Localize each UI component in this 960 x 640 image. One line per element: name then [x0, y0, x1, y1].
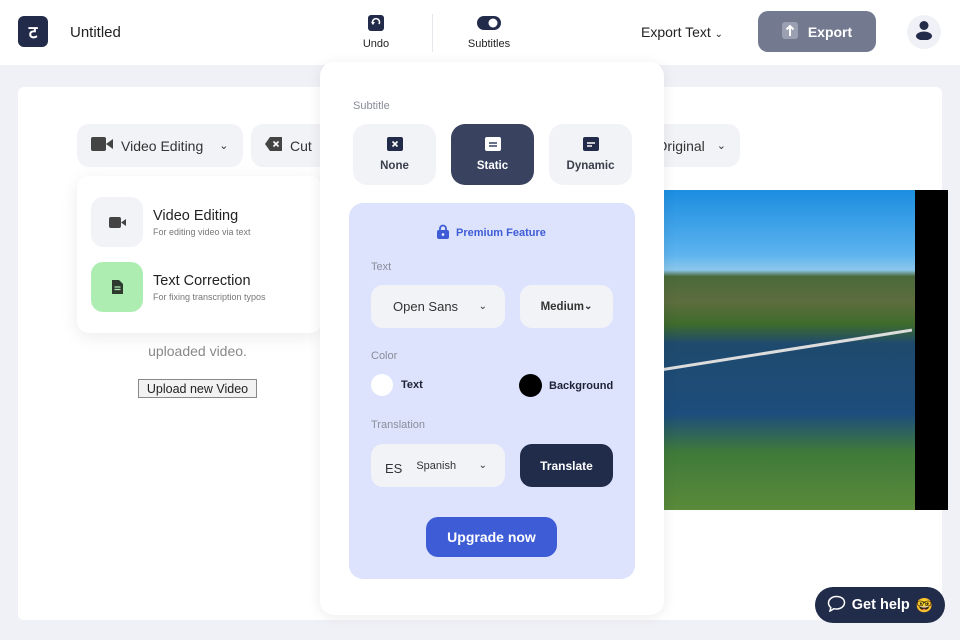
chevron-down-icon: ⌄ — [714, 29, 724, 40]
export-text-dropdown[interactable]: Export Text ⌄ — [641, 24, 723, 40]
mode-dropdown[interactable]: Video Editing ⌄ — [77, 124, 243, 167]
subtitle-option-none[interactable]: None — [353, 124, 436, 185]
export-text-label: Export Text — [641, 24, 711, 40]
premium-section: Premium Feature Text Open Sans ⌄ Medium ⌄ … — [349, 203, 635, 579]
background-color-picker[interactable]: Background — [519, 374, 613, 397]
video-camera-icon — [91, 137, 113, 154]
video-camera-icon — [91, 197, 143, 247]
font-value: Open Sans — [393, 299, 459, 314]
language-value: Spanish — [416, 459, 457, 472]
video-preview[interactable] — [663, 190, 948, 510]
toggle-icon — [477, 14, 501, 32]
chevron-down-icon: ⌄ — [219, 140, 229, 152]
export-label: Export — [807, 23, 853, 40]
delete-icon — [265, 137, 282, 154]
app-logo[interactable]: ट — [18, 16, 48, 47]
nerd-face-icon: 🤓 — [915, 596, 934, 613]
menu-item-subtitle: For editing video via text — [153, 226, 251, 237]
weight-select[interactable]: Medium ⌄ — [520, 285, 613, 328]
language-code: ES — [385, 461, 403, 476]
menu-item-title: Text Correction — [153, 272, 251, 289]
cut-label: Cut — [290, 137, 312, 154]
mode-label: Video Editing — [121, 137, 204, 154]
menu-item-video-editing[interactable]: Video Editing For editing video via text — [91, 197, 251, 247]
chevron-down-icon: ⌄ — [478, 460, 487, 471]
background-color-label: Background — [549, 379, 614, 392]
premium-label: Premium Feature — [456, 227, 546, 239]
font-select[interactable]: Open Sans ⌄ — [371, 285, 505, 328]
chat-bubble-icon — [827, 595, 846, 616]
translation-label: Translation — [371, 419, 426, 431]
subtitle-dynamic-icon — [582, 137, 599, 154]
text-color-swatch — [371, 374, 393, 396]
letterbox — [915, 190, 948, 510]
undo-button[interactable]: Undo — [336, 14, 416, 50]
user-avatar[interactable] — [907, 15, 941, 49]
subtitle-option-static[interactable]: Static — [451, 124, 534, 185]
mode-menu: Video Editing For editing video via text … — [77, 176, 322, 333]
subtitle-panel: Subtitle None Static Dynamic Premium Fea… — [320, 62, 664, 615]
upload-icon — [781, 21, 798, 42]
bridge — [663, 328, 913, 371]
menu-item-text-correction[interactable]: Text Correction For fixing transcription … — [91, 262, 266, 312]
user-icon — [915, 20, 933, 45]
premium-badge: Premium Feature — [437, 224, 546, 242]
text-color-picker[interactable]: Text — [371, 374, 423, 396]
weight-value: Medium — [540, 300, 585, 313]
text-color-label: Text — [401, 379, 423, 391]
translation-language-select[interactable]: ES Spanish ⌄ — [371, 444, 505, 487]
undo-icon — [368, 14, 384, 32]
text-label: Text — [371, 261, 392, 273]
subtitles-toggle[interactable]: Subtitles — [449, 14, 529, 50]
get-help-label: Get help — [851, 597, 910, 613]
undo-label: Undo — [362, 38, 390, 50]
get-help-button[interactable]: Get help 🤓 — [815, 587, 945, 623]
upload-hint: uploaded video. — [148, 343, 247, 359]
lock-icon — [437, 224, 449, 242]
chevron-down-icon: ⌄ — [478, 301, 487, 312]
upload-video-button[interactable]: Upload new Video — [138, 379, 257, 398]
menu-item-subtitle: For fixing transcription typos — [153, 291, 266, 302]
close-icon — [386, 137, 403, 154]
chevron-down-icon: ⌄ — [716, 140, 726, 152]
subtitles-label: Subtitles — [467, 38, 511, 50]
background-color-swatch — [519, 374, 542, 397]
option-label: Dynamic — [566, 160, 615, 172]
subtitle-label: Subtitle — [353, 100, 390, 112]
translate-button[interactable]: Translate — [520, 444, 613, 487]
divider — [432, 14, 433, 52]
option-label: None — [380, 160, 409, 172]
option-label: Static — [476, 160, 509, 172]
upgrade-now-button[interactable]: Upgrade now — [426, 517, 557, 557]
menu-item-title: Video Editing — [153, 207, 239, 224]
document-icon — [91, 262, 143, 312]
subtitle-static-icon — [484, 137, 501, 154]
top-bar: ट Untitled Undo Subtitles Export Text ⌄ … — [0, 0, 960, 65]
color-label: Color — [371, 350, 398, 362]
export-button[interactable]: Export — [758, 11, 876, 52]
subtitle-option-dynamic[interactable]: Dynamic — [549, 124, 632, 185]
chevron-down-icon: ⌄ — [584, 301, 593, 312]
project-title[interactable]: Untitled — [70, 24, 121, 41]
